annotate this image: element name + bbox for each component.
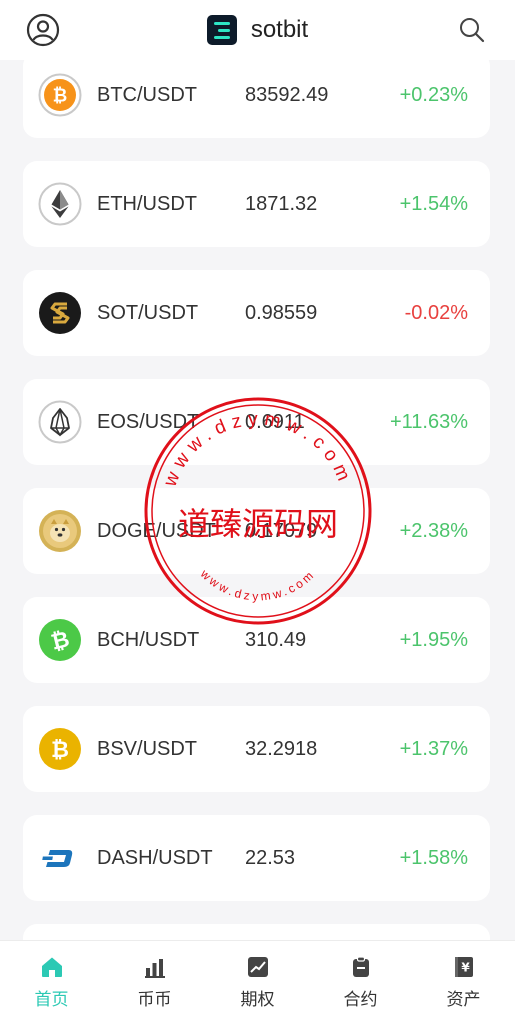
price-value: 310.49 xyxy=(245,628,307,651)
clipboard-icon xyxy=(349,955,373,979)
tab-options[interactable]: 期权 xyxy=(206,941,309,1024)
bch-icon: ₿ xyxy=(38,618,82,662)
change-value: +0.23% xyxy=(399,83,468,106)
price-value: 0.17079 xyxy=(245,519,318,542)
tab-label: 期权 xyxy=(240,990,275,1009)
btc-icon: ₿ xyxy=(38,73,82,117)
pair-label: DOGE/USDT xyxy=(97,519,216,542)
doge-icon xyxy=(38,509,82,553)
sotbit-logo-icon xyxy=(206,15,237,45)
pair-label: DASH/USDT xyxy=(97,846,213,869)
bottom-tab-bar: 首页 币币 期权 合约 ¥ 资产 xyxy=(0,940,515,1024)
market-row[interactable]: EOS/USDT 0.6911 +11.63% xyxy=(23,379,490,465)
tab-home[interactable]: 首页 xyxy=(0,941,103,1024)
change-value: +1.37% xyxy=(399,737,468,760)
market-row[interactable]: DASH/USDT 22.53 +1.58% xyxy=(23,815,490,901)
tab-label: 资产 xyxy=(446,990,481,1009)
top-header: sotbit xyxy=(0,0,515,60)
change-value: +1.95% xyxy=(399,628,468,651)
user-icon[interactable] xyxy=(26,13,60,47)
change-value: +11.63% xyxy=(389,410,468,433)
market-row[interactable]: DOGE/USDT 0.17079 +2.38% xyxy=(23,488,490,574)
price-value: 32.2918 xyxy=(245,737,318,760)
market-row[interactable]: ETH/USDT 1871.32 +1.54% xyxy=(23,161,490,247)
wallet-icon: ¥ xyxy=(452,955,476,979)
tab-label: 币币 xyxy=(137,990,172,1009)
tab-spot[interactable]: 币币 xyxy=(103,941,206,1024)
svg-text:¥: ¥ xyxy=(461,961,470,975)
change-value: -0.02% xyxy=(404,301,468,324)
brand: sotbit xyxy=(206,15,309,45)
price-value: 1871.32 xyxy=(245,192,318,215)
market-row[interactable]: ₿ BSV/USDT 32.2918 +1.37% xyxy=(23,706,490,792)
pair-label: BSV/USDT xyxy=(97,737,198,760)
price-value: 0.6911 xyxy=(245,410,305,433)
pair-label: EOS/USDT xyxy=(97,410,200,433)
market-row[interactable]: ₿ BCH/USDT 310.49 +1.95% xyxy=(23,597,490,683)
price-value: 22.53 xyxy=(245,846,296,869)
eos-icon xyxy=(38,400,82,444)
pair-label: ETH/USDT xyxy=(97,192,197,215)
price-value: 0.98559 xyxy=(245,301,318,324)
price-value: 83592.49 xyxy=(245,83,329,106)
home-icon xyxy=(40,955,64,979)
tab-label: 首页 xyxy=(34,990,69,1009)
brand-name: sotbit xyxy=(250,16,309,43)
dash-icon xyxy=(38,836,82,880)
bsv-icon: ₿ xyxy=(38,727,82,771)
eth-icon xyxy=(38,182,82,226)
change-value: +1.54% xyxy=(399,192,468,215)
sot-icon xyxy=(38,291,82,335)
change-value: +1.58% xyxy=(399,846,468,869)
pair-label: BCH/USDT xyxy=(97,628,200,651)
svg-text:₿: ₿ xyxy=(53,86,68,107)
search-icon[interactable] xyxy=(455,13,489,47)
pair-label: SOT/USDT xyxy=(97,301,199,324)
tab-assets[interactable]: ¥ 资产 xyxy=(412,941,515,1024)
svg-text:₿: ₿ xyxy=(51,738,69,763)
tab-label: 合约 xyxy=(343,990,378,1009)
tab-contract[interactable]: 合约 xyxy=(309,941,412,1024)
pair-label: BTC/USDT xyxy=(97,83,197,106)
bar-chart-icon xyxy=(143,955,167,979)
trend-chart-icon xyxy=(246,955,270,979)
market-row[interactable]: ₿ BTC/USDT 83592.49 +0.23% xyxy=(23,52,490,138)
market-row[interactable]: SOT/USDT 0.98559 -0.02% xyxy=(23,270,490,356)
change-value: +2.38% xyxy=(399,519,468,542)
